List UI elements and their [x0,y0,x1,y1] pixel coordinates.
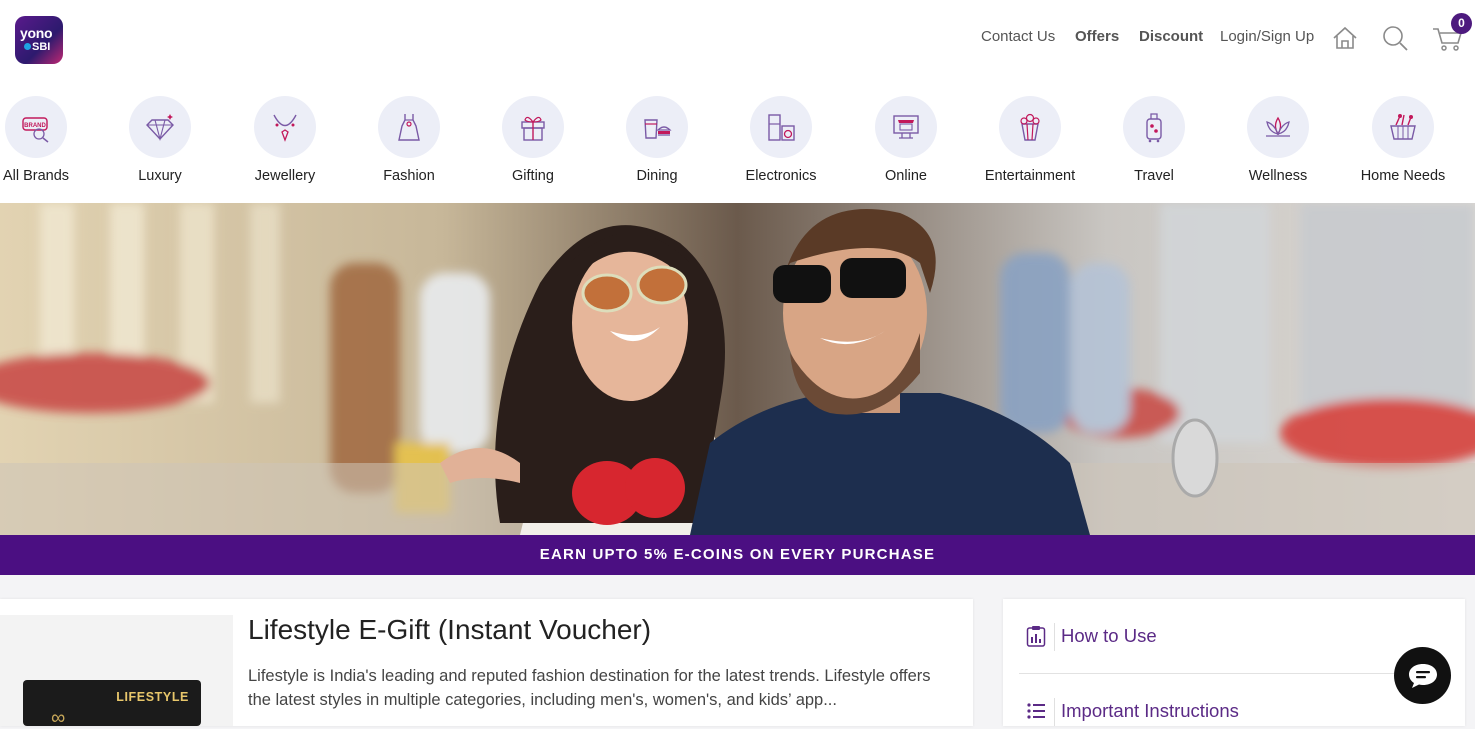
appliance-icon [768,114,795,141]
category-bar: BRAND All Brands Luxury Jewellery Fashio… [0,80,1475,203]
product-thumbnail: LIFESTYLE ∞ [0,615,233,729]
category-entertainment[interactable]: Entertainment [968,96,1092,184]
promo-banner: EARN UPTO 5% E-COINS ON EVERY PURCHASE [0,535,1475,575]
dining-icon [644,119,672,139]
gift-icon [521,116,545,141]
online-store-icon [893,115,919,139]
category-fashion[interactable]: Fashion [347,96,471,184]
home-icon[interactable] [1331,24,1359,52]
category-label: Entertainment [984,168,1076,184]
basket-icon [1390,114,1416,140]
category-label: Online [885,168,927,184]
lotus-icon [1266,116,1290,137]
infinity-icon: ∞ [51,707,66,729]
logo-subtext: SBI [24,41,50,53]
category-label: Gifting [512,168,554,184]
category-online[interactable]: Online [844,96,968,184]
category-electronics[interactable]: Electronics [719,96,843,184]
nav-login-signup[interactable]: Login/Sign Up [1220,28,1314,45]
nav-contact-us[interactable]: Contact Us [981,28,1055,45]
category-wellness[interactable]: Wellness [1216,96,1340,184]
category-label: Fashion [383,168,435,184]
gift-card-image: LIFESTYLE ∞ [23,680,201,729]
clipboard-chart-icon [1026,626,1046,647]
search-icon[interactable] [1381,24,1409,52]
dress-icon [398,114,420,141]
category-label: Electronics [745,168,817,184]
popcorn-icon [1020,113,1040,141]
panel-divider [1019,673,1449,674]
nav-discount[interactable]: Discount [1139,28,1203,45]
how-to-use-label: How to Use [1061,625,1157,646]
logo-text: yono [20,25,53,41]
product-title: Lifestyle E-Gift (Instant Voucher) [248,614,652,645]
category-label: Home Needs [1360,168,1446,184]
category-jewellery[interactable]: Jewellery [223,96,347,184]
category-label: All Brands [2,168,70,184]
diamond-icon [146,114,174,142]
category-label: Wellness [1248,168,1308,184]
necklace-icon [273,114,297,142]
luggage-icon [1146,113,1162,143]
chat-button[interactable] [1394,647,1451,704]
category-luxury[interactable]: Luxury [98,96,222,184]
product-description: Lifestyle is India's leading and reputed… [248,667,931,709]
category-home-needs[interactable]: Home Needs [1341,96,1465,184]
site-header: yono SBI Contact Us Offers Discount Logi… [0,0,1475,80]
svg-text:BRAND: BRAND [24,123,46,129]
category-label: Jewellery [254,168,316,184]
hero-photo [0,203,1475,535]
category-label: Travel [1134,168,1174,184]
category-label: Dining [636,168,678,184]
cart-count-badge: 0 [1451,13,1472,34]
list-icon [1027,703,1045,719]
product-card: LIFESTYLE ∞ Lifestyle E-Gift (Instant Vo… [0,599,973,729]
brand-tag-icon: BRAND [22,117,49,143]
hero-banner-image[interactable] [0,203,1475,535]
category-label: Luxury [138,168,182,184]
category-gifting[interactable]: Gifting [471,96,595,184]
category-dining[interactable]: Dining [595,96,719,184]
important-instructions-label: Important Instructions [1061,700,1239,721]
nav-offers[interactable]: Offers [1075,28,1119,45]
category-travel[interactable]: Travel [1092,96,1216,184]
yono-sbi-logo[interactable]: yono SBI [15,16,63,64]
card-brand-text: LIFESTYLE [116,690,189,704]
category-all-brands[interactable]: BRAND All Brands [0,96,98,184]
chat-bubble-icon [1408,663,1437,688]
